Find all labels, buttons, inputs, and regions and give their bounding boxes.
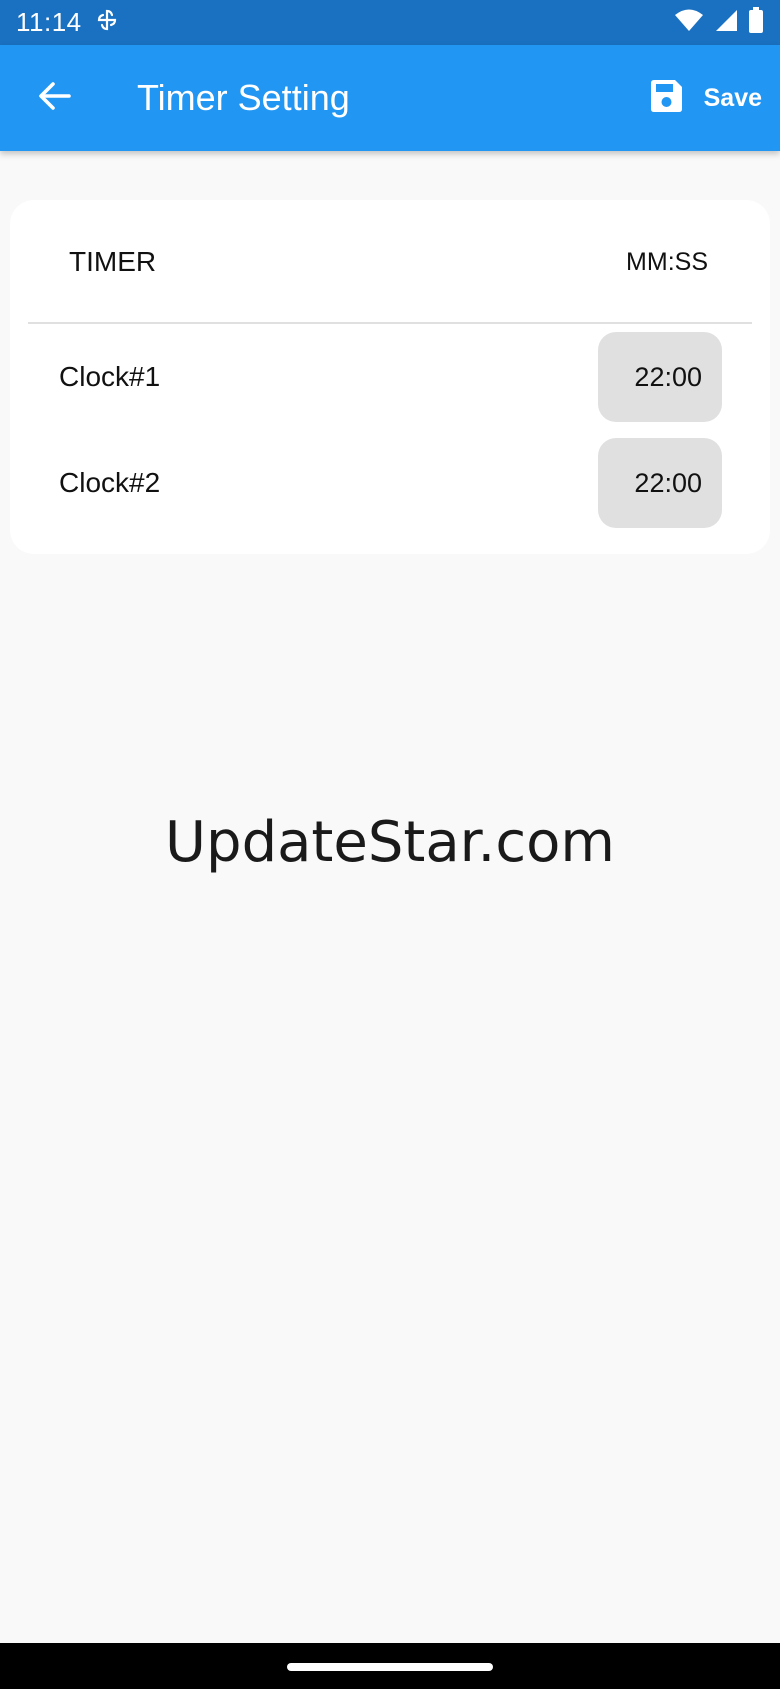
cell-signal-icon [714, 8, 738, 37]
timer-card: TIMER MM:SS Clock#1 22:00 Clock#2 22:00 [10, 200, 770, 554]
clock-time-input[interactable]: 22:00 [598, 332, 722, 422]
clock-label: Clock#1 [59, 361, 161, 392]
status-time: 11:14 [16, 7, 82, 37]
status-right [674, 7, 764, 38]
timer-card-header: TIMER MM:SS [28, 200, 752, 324]
time-unit-label: MM:SS [626, 248, 708, 276]
screen: 11:14 Timer Setting Save TIMER MM:SS Clo… [0, 0, 780, 1689]
page-title: Timer Setting [137, 77, 350, 118]
back-button[interactable] [30, 73, 80, 123]
clock-row-2: Clock#2 22:00 [10, 430, 770, 536]
watermark: UpdateStar.com [165, 810, 615, 875]
timer-header-label: TIMER [69, 246, 157, 277]
status-left: 11:14 [16, 7, 118, 38]
arrow-left-icon [38, 81, 72, 116]
save-label: Save [703, 83, 762, 112]
home-gesture-handle[interactable] [287, 1663, 493, 1671]
clock-time-input[interactable]: 22:00 [598, 438, 722, 528]
clock-row-1: Clock#1 22:00 [10, 324, 770, 430]
app-bar: Timer Setting Save [0, 45, 780, 151]
save-button[interactable]: Save [648, 68, 762, 128]
battery-icon [748, 7, 764, 38]
wifi-icon [674, 8, 704, 37]
status-bar: 11:14 [0, 0, 780, 45]
pinwheel-icon [96, 8, 118, 37]
navigation-bar [0, 1643, 780, 1689]
floppy-disk-icon [648, 78, 684, 119]
clock-label: Clock#2 [59, 467, 161, 498]
